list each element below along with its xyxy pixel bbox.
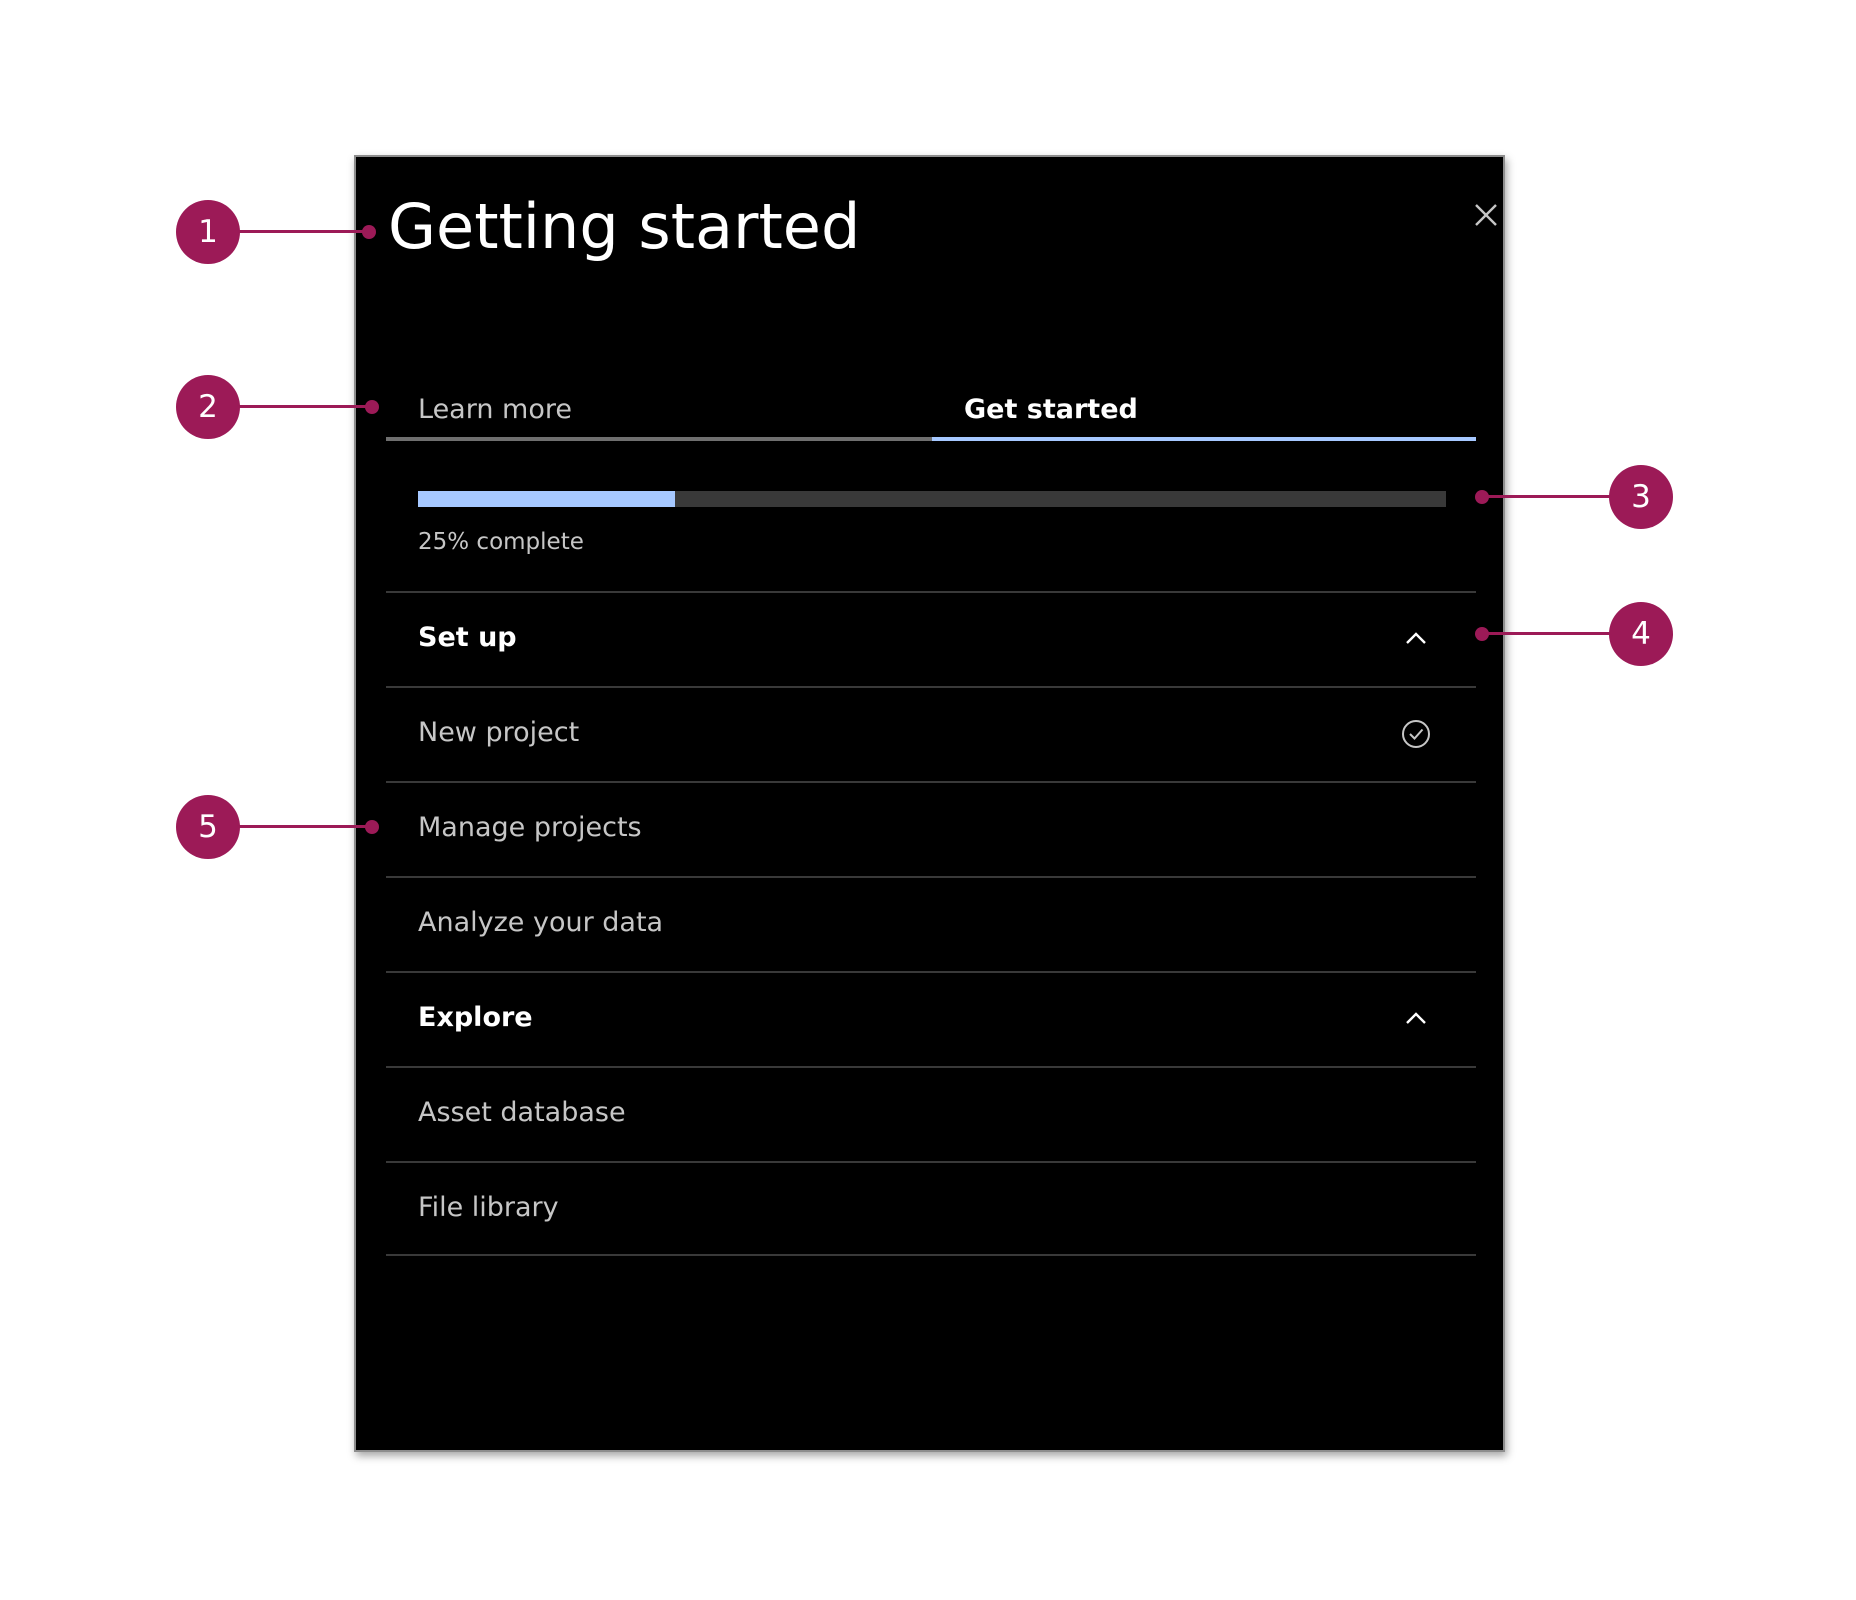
list-item-new-project[interactable]: New project bbox=[386, 686, 1476, 781]
tab-learn-more[interactable]: Learn more bbox=[386, 379, 932, 441]
tab-label: Learn more bbox=[418, 394, 572, 425]
progress-bar-fill bbox=[418, 491, 675, 507]
callout-2-line bbox=[238, 405, 372, 408]
list-item-label: Analyze your data bbox=[418, 907, 664, 938]
callout-1-line bbox=[238, 230, 368, 233]
chevron-up-icon bbox=[1406, 1012, 1426, 1024]
callout-1-dot bbox=[362, 225, 376, 239]
callout-3: 3 bbox=[1609, 465, 1673, 529]
checkmark-circle-icon bbox=[1402, 720, 1430, 748]
list-item-asset-database[interactable]: Asset database bbox=[386, 1066, 1476, 1161]
callout-5: 5 bbox=[176, 795, 240, 859]
tab-label: Get started bbox=[964, 394, 1138, 425]
callout-2: 2 bbox=[176, 375, 240, 439]
chevron-up-icon bbox=[1406, 632, 1426, 644]
getting-started-panel: Getting started Learn more Get started 2… bbox=[354, 155, 1505, 1452]
progress-bar bbox=[418, 491, 1446, 507]
panel-title: Getting started bbox=[388, 190, 861, 263]
list-item-manage-projects[interactable]: Manage projects bbox=[386, 781, 1476, 876]
list-item-label: New project bbox=[418, 717, 580, 748]
list-item-file-library[interactable]: File library bbox=[386, 1161, 1476, 1256]
callout-3-dot bbox=[1475, 490, 1489, 504]
accordion-header-explore[interactable]: Explore bbox=[386, 971, 1476, 1066]
tab-list: Learn more Get started bbox=[386, 379, 1476, 441]
close-button[interactable] bbox=[1454, 183, 1518, 247]
accordion-title: Explore bbox=[418, 1002, 533, 1033]
close-icon bbox=[1475, 204, 1497, 226]
tab-get-started[interactable]: Get started bbox=[932, 379, 1476, 441]
callout-5-line bbox=[238, 825, 372, 828]
list-item-analyze-your-data[interactable]: Analyze your data bbox=[386, 876, 1476, 971]
callout-5-dot bbox=[365, 820, 379, 834]
list-item-label: Asset database bbox=[418, 1097, 626, 1128]
callout-4-line bbox=[1482, 632, 1612, 635]
progress-label: 25% complete bbox=[418, 529, 584, 555]
callout-2-dot bbox=[365, 400, 379, 414]
callout-3-line bbox=[1482, 495, 1612, 498]
accordion-header-set-up[interactable]: Set up bbox=[386, 591, 1476, 686]
list-item-label: Manage projects bbox=[418, 812, 642, 843]
callout-1: 1 bbox=[176, 200, 240, 264]
callout-4-dot bbox=[1475, 627, 1489, 641]
accordion-title: Set up bbox=[418, 622, 517, 653]
list-item-label: File library bbox=[418, 1192, 559, 1223]
callout-4: 4 bbox=[1609, 602, 1673, 666]
